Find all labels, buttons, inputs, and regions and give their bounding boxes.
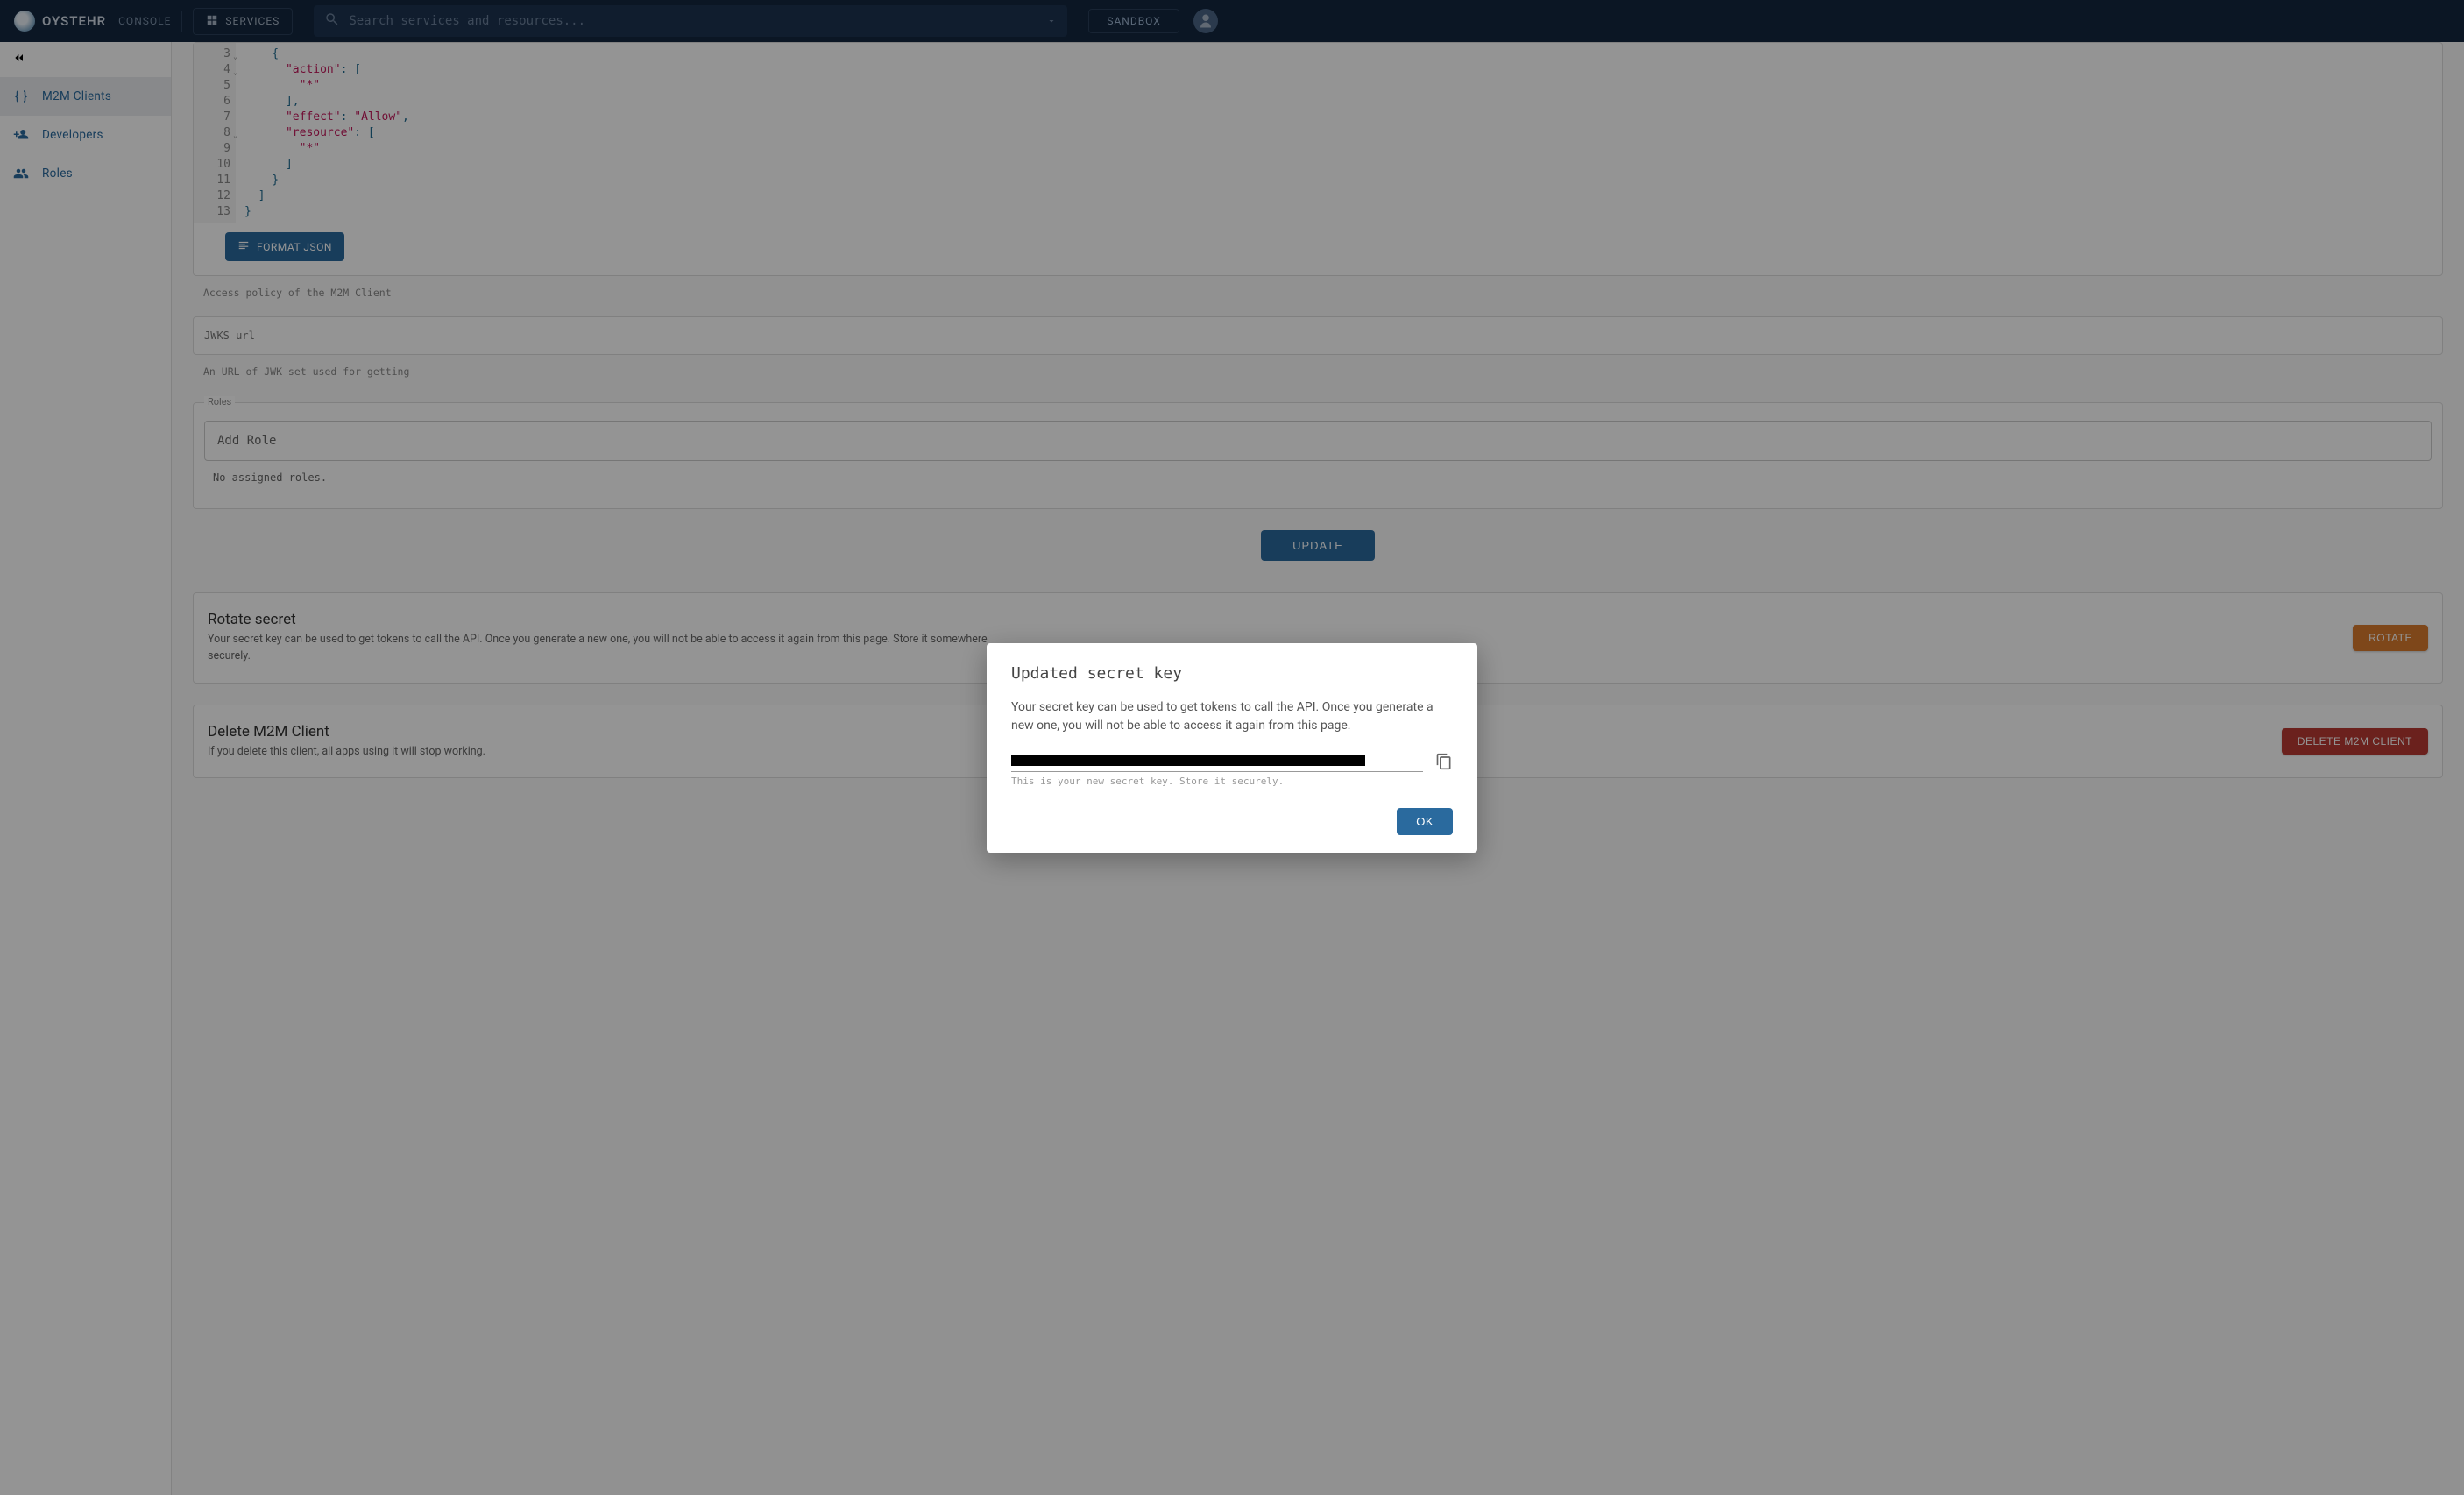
- secret-key-redacted: [1011, 755, 1365, 766]
- modal-description: Your secret key can be used to get token…: [1011, 698, 1453, 735]
- secret-key-field[interactable]: [1011, 755, 1423, 772]
- secret-helper-text: This is your new secret key. Store it se…: [1011, 776, 1453, 787]
- modal-backdrop[interactable]: Updated secret key Your secret key can b…: [0, 0, 2464, 1495]
- secret-key-modal: Updated secret key Your secret key can b…: [987, 643, 1477, 853]
- copy-icon[interactable]: [1435, 753, 1453, 770]
- ok-button[interactable]: OK: [1397, 808, 1453, 835]
- modal-title: Updated secret key: [1011, 664, 1453, 683]
